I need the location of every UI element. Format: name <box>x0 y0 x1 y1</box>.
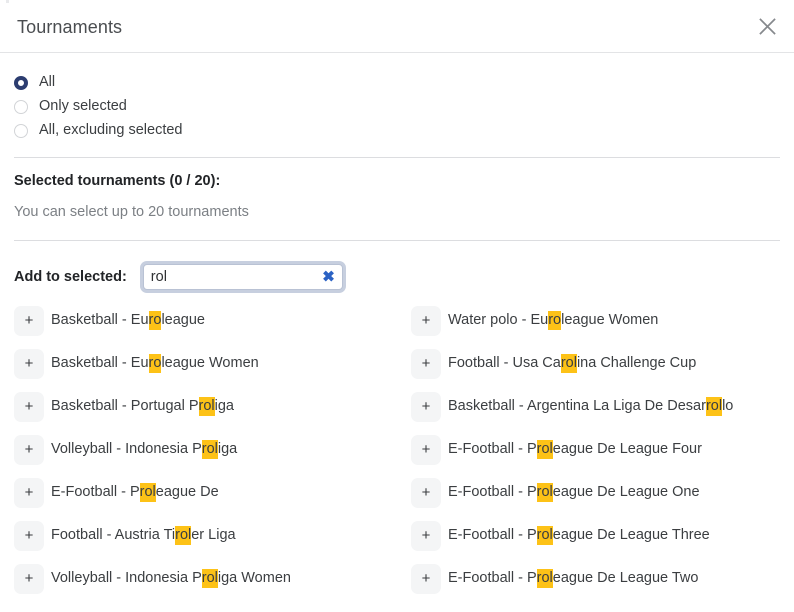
search-match-highlight: ro <box>148 354 162 374</box>
result-row[interactable]: + Volleyball - Indonesia Proliga Women <box>0 557 397 600</box>
radio-icon-checked <box>14 76 28 90</box>
add-tournament-button[interactable]: + <box>411 477 441 508</box>
search-match-highlight: ro <box>548 311 562 331</box>
search-field: ✖ <box>142 264 343 290</box>
result-label: Volleyball - Indonesia Proliga Women <box>51 569 291 589</box>
search-match-highlight: rol <box>536 483 553 503</box>
result-label: Basketball - Euroleague <box>51 311 205 331</box>
close-icon <box>758 17 777 36</box>
add-tournament-button[interactable]: + <box>411 305 441 336</box>
result-label: Football - Usa Carolina Challenge Cup <box>448 354 697 374</box>
close-button[interactable] <box>752 11 782 41</box>
search-results: + Basketball - Euroleague + Basketball -… <box>0 295 794 600</box>
result-row[interactable]: + Football - Austria Tiroler Liga <box>0 514 397 557</box>
search-match-highlight: rol <box>201 569 218 589</box>
result-label: Basketball - Euroleague Women <box>51 354 259 374</box>
selected-tournaments-hint: You can select up to 20 tournaments <box>14 203 249 220</box>
search-match-highlight: ro <box>148 311 162 331</box>
add-to-selected-row: Add to selected: ✖ <box>0 241 794 295</box>
result-label: E-Football - Proleague De <box>51 483 219 503</box>
result-label: E-Football - Proleague De League Two <box>448 569 699 589</box>
result-row[interactable]: + E-Football - Proleague De League Two <box>397 557 794 600</box>
add-tournament-button[interactable]: + <box>14 520 44 551</box>
result-label: Basketball - Portugal Proliga <box>51 397 234 417</box>
add-to-selected-label: Add to selected: <box>14 268 127 285</box>
radio-icon-unchecked <box>14 124 28 138</box>
search-match-highlight: rol <box>536 526 553 546</box>
clear-search-icon[interactable]: ✖ <box>322 270 335 285</box>
result-label: E-Football - Proleague De League Four <box>448 440 702 460</box>
radio-option-all[interactable]: All <box>14 71 794 95</box>
search-match-highlight: rol <box>175 526 192 546</box>
add-tournament-button[interactable]: + <box>14 563 44 594</box>
results-column-left: + Basketball - Euroleague + Basketball -… <box>0 299 397 600</box>
add-tournament-button[interactable]: + <box>14 305 44 336</box>
search-input[interactable] <box>143 265 342 289</box>
page-title: Tournaments <box>17 17 123 37</box>
search-match-highlight: rol <box>536 440 553 460</box>
add-tournament-button[interactable]: + <box>14 348 44 379</box>
add-tournament-button[interactable]: + <box>14 477 44 508</box>
add-tournament-button[interactable]: + <box>411 563 441 594</box>
result-label: E-Football - Proleague De League Three <box>448 526 710 546</box>
result-row[interactable]: + Football - Usa Carolina Challenge Cup <box>397 342 794 385</box>
search-match-highlight: rol <box>198 397 215 417</box>
result-row[interactable]: + Basketball - Argentina La Liga De Desa… <box>397 385 794 428</box>
search-match-highlight: rol <box>560 354 577 374</box>
filter-mode-radio-group: All Only selected All, excluding selecte… <box>0 53 794 143</box>
results-column-right: + Water polo - Euroleague Women + Footba… <box>397 299 794 600</box>
result-row[interactable]: + E-Football - Proleague De League Three <box>397 514 794 557</box>
result-label: Volleyball - Indonesia Proliga <box>51 440 238 460</box>
radio-option-all-excluding-selected[interactable]: All, excluding selected <box>14 119 794 143</box>
result-row[interactable]: + Basketball - Euroleague <box>0 299 397 342</box>
add-tournament-button[interactable]: + <box>14 434 44 465</box>
radio-option-only-selected[interactable]: Only selected <box>14 95 794 119</box>
result-label: Football - Austria Tiroler Liga <box>51 526 236 546</box>
result-row[interactable]: + E-Football - Proleague De League One <box>397 471 794 514</box>
add-tournament-button[interactable]: + <box>411 348 441 379</box>
dialog-header: Tournaments <box>0 0 794 53</box>
result-row[interactable]: + Volleyball - Indonesia Proliga <box>0 428 397 471</box>
add-tournament-button[interactable]: + <box>14 391 44 422</box>
add-tournament-button[interactable]: + <box>411 434 441 465</box>
add-tournament-button[interactable]: + <box>411 520 441 551</box>
tournaments-dialog: Tournaments All Only selected All, exclu… <box>0 0 794 612</box>
result-row[interactable]: + Water polo - Euroleague Women <box>397 299 794 342</box>
result-row[interactable]: + E-Football - Proleague De <box>0 471 397 514</box>
radio-label-all-excluding-selected: All, excluding selected <box>39 122 183 139</box>
result-label: Basketball - Argentina La Liga De Desarr… <box>448 397 734 417</box>
search-match-highlight: rol <box>536 569 553 589</box>
search-match-highlight: rol <box>201 440 218 460</box>
selected-tournaments-section: Selected tournaments (0 / 20): You can s… <box>0 158 794 219</box>
search-match-highlight: rol <box>139 483 156 503</box>
radio-label-only-selected: Only selected <box>39 98 127 115</box>
result-label: E-Football - Proleague De League One <box>448 483 700 503</box>
radio-icon-unchecked <box>14 100 28 114</box>
result-row[interactable]: + E-Football - Proleague De League Four <box>397 428 794 471</box>
search-match-highlight: rol <box>705 397 723 417</box>
selected-tournaments-title: Selected tournaments (0 / 20): <box>14 173 221 189</box>
search-field-wrapper: ✖ <box>139 261 346 293</box>
result-label: Water polo - Euroleague Women <box>448 311 659 331</box>
result-row[interactable]: + Basketball - Portugal Proliga <box>0 385 397 428</box>
radio-label-all: All <box>39 74 56 91</box>
add-tournament-button[interactable]: + <box>411 391 441 422</box>
result-row[interactable]: + Basketball - Euroleague Women <box>0 342 397 385</box>
